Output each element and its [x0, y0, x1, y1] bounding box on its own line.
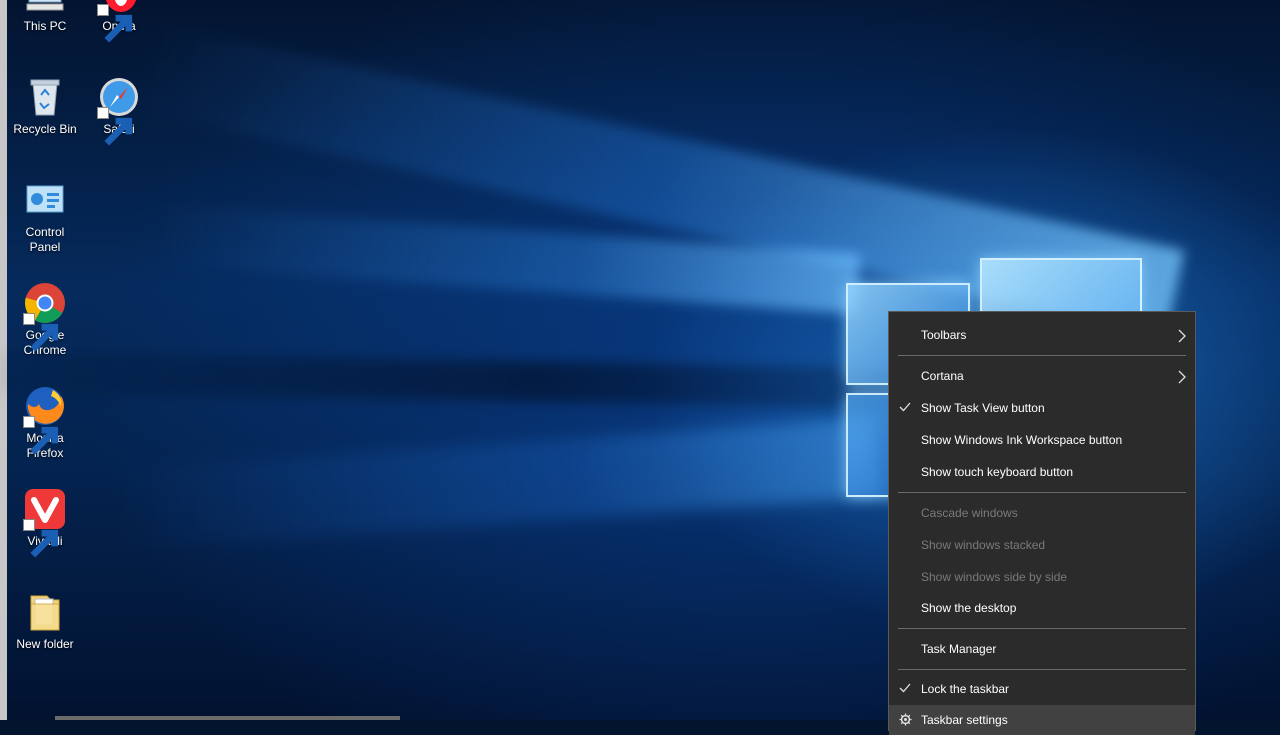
control-panel-icon	[23, 178, 67, 222]
menu-item-label: Show Windows Ink Workspace button	[921, 433, 1123, 447]
desktop-icon-label: New folder	[16, 637, 74, 651]
opera-icon	[97, 0, 141, 43]
desktop-icon-mozilla-firefox[interactable]: Mozilla Firefox	[8, 384, 82, 461]
menu-item-label: Cortana	[921, 369, 964, 383]
desktop-icon-safari[interactable]: Safari	[82, 75, 156, 146]
desktop-icon-google-chrome[interactable]: Google Chrome	[8, 281, 82, 358]
menu-item-show-ink-workspace[interactable]: Show Windows Ink Workspace button	[889, 425, 1195, 455]
wallpaper-shadow	[0, 352, 901, 408]
menu-item-label: Show the desktop	[921, 601, 1017, 615]
menu-separator	[898, 355, 1186, 356]
chevron-right-icon	[1178, 329, 1186, 343]
desktop-icon-this-pc[interactable]: This PC	[8, 0, 82, 34]
desktop-icon-label: Control Panel	[25, 225, 65, 254]
firefox-icon	[23, 384, 67, 455]
menu-item-label: Taskbar settings	[921, 713, 1008, 727]
menu-item-show-touch-keyboard[interactable]: Show touch keyboard button	[889, 457, 1195, 487]
desktop-icon-opera[interactable]: Opera	[82, 0, 156, 43]
desktop-icon-new-folder[interactable]: New folder	[8, 590, 82, 652]
this-pc-icon	[23, 0, 67, 16]
safari-icon	[97, 75, 141, 146]
desktop-icon-label: Recycle Bin	[13, 122, 77, 136]
taskbar-context-menu: Toolbars Cortana Show Task View button S…	[888, 311, 1196, 735]
menu-item-cascade-windows: Cascade windows	[889, 498, 1195, 528]
menu-item-toolbars[interactable]: Toolbars	[889, 320, 1195, 350]
checkmark-icon	[899, 683, 911, 693]
light-beam	[117, 417, 881, 550]
taskbar-edge	[55, 716, 400, 720]
chrome-icon	[23, 281, 67, 352]
menu-separator	[898, 628, 1186, 629]
menu-item-label: Task Manager	[921, 642, 997, 656]
menu-item-show-task-view[interactable]: Show Task View button	[889, 393, 1195, 423]
chevron-right-icon	[1178, 370, 1186, 384]
menu-item-taskbar-settings[interactable]: Taskbar settings	[889, 705, 1195, 735]
menu-item-label: Lock the taskbar	[921, 682, 1010, 696]
menu-item-task-manager[interactable]: Task Manager	[889, 634, 1195, 664]
menu-separator	[898, 492, 1186, 493]
menu-item-label: Toolbars	[921, 328, 967, 342]
recycle-bin-icon	[23, 75, 67, 119]
menu-item-show-desktop[interactable]: Show the desktop	[889, 593, 1195, 623]
shortcut-arrow-icon	[23, 519, 59, 558]
desktop-icon-label: This PC	[23, 19, 67, 33]
vivaldi-icon	[23, 487, 67, 558]
menu-item-label: Show Task View button	[921, 401, 1045, 415]
shortcut-arrow-icon	[97, 4, 133, 43]
menu-item-lock-taskbar[interactable]: Lock the taskbar	[889, 674, 1195, 704]
shortcut-arrow-icon	[23, 313, 59, 352]
shortcut-arrow-icon	[97, 107, 133, 146]
desktop-icon-recycle-bin[interactable]: Recycle Bin	[8, 75, 82, 137]
folder-icon	[23, 590, 67, 634]
menu-item-label: Show windows side by side	[921, 570, 1068, 584]
menu-item-show-side-by-side: Show windows side by side	[889, 562, 1195, 592]
menu-item-cortana[interactable]: Cortana	[889, 361, 1195, 391]
shortcut-arrow-icon	[23, 416, 59, 455]
checkmark-icon	[899, 402, 911, 412]
menu-separator	[898, 669, 1186, 670]
menu-item-label: Cascade windows	[921, 506, 1018, 520]
desktop-icon-control-panel[interactable]: Control Panel	[8, 178, 82, 255]
menu-item-show-windows-stacked: Show windows stacked	[889, 530, 1195, 560]
menu-item-label: Show windows stacked	[921, 538, 1046, 552]
menu-item-label: Show touch keyboard button	[921, 465, 1074, 479]
desktop-icon-vivaldi[interactable]: Vivaldi	[8, 487, 82, 558]
